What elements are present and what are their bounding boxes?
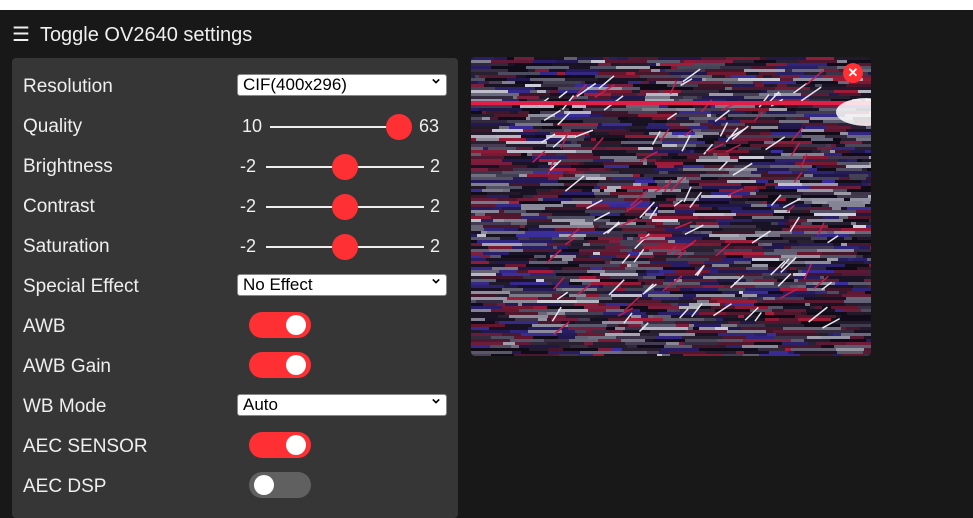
aec-sensor-row: AEC SENSOR [12, 428, 458, 468]
aec-dsp-toggle[interactable] [249, 472, 311, 498]
chevron-down-icon [432, 398, 440, 404]
contrast-min: -2 [240, 196, 257, 216]
special-effect-select[interactable]: No Effect [237, 274, 447, 296]
aec-sensor-toggle[interactable] [249, 432, 311, 458]
resolution-select[interactable]: CIF(400x296) [237, 74, 447, 96]
wb-mode-row: WB Mode Auto [12, 388, 458, 428]
awb-gain-toggle[interactable] [249, 352, 311, 378]
contrast-slider-thumb[interactable] [332, 194, 358, 220]
resolution-value: CIF(400x296) [243, 75, 347, 94]
quality-min: 10 [242, 116, 263, 136]
settings-toggle[interactable]: ☰ Toggle OV2640 settings [12, 22, 252, 48]
stream-noise [471, 57, 871, 356]
quality-slider-track[interactable] [270, 126, 400, 128]
quality-max: 63 [419, 116, 440, 136]
chevron-down-icon [432, 78, 440, 84]
contrast-row: Contrast -2 2 [12, 188, 458, 228]
toggle-knob [286, 355, 306, 375]
settings-toggle-title[interactable]: Toggle OV2640 settings [40, 24, 252, 47]
awb-gain-row: AWB Gain [12, 348, 458, 388]
awb-row: AWB [12, 308, 458, 348]
brightness-label: Brightness [23, 156, 113, 177]
aec-dsp-label: AEC DSP [23, 476, 107, 497]
chevron-down-icon [432, 278, 440, 284]
brightness-slider-thumb[interactable] [332, 154, 358, 180]
wb-mode-select[interactable]: Auto [237, 394, 447, 416]
saturation-max: 2 [430, 236, 441, 256]
toggle-knob [286, 435, 306, 455]
wb-mode-value: Auto [243, 395, 278, 414]
awb-toggle[interactable] [249, 312, 311, 338]
toggle-knob [286, 315, 306, 335]
quality-label: Quality [23, 116, 83, 137]
contrast-max: 2 [430, 196, 441, 216]
contrast-label: Contrast [23, 196, 95, 217]
hamburger-icon[interactable]: ☰ [12, 25, 30, 45]
awb-label: AWB [23, 316, 66, 337]
camera-stream-image [471, 57, 871, 356]
saturation-row: Saturation -2 2 [12, 228, 458, 268]
special-effect-label: Special Effect [23, 276, 139, 297]
brightness-row: Brightness -2 2 [12, 148, 458, 188]
saturation-min: -2 [240, 236, 257, 256]
saturation-slider-thumb[interactable] [332, 234, 358, 260]
quality-row: Quality 10 63 [12, 108, 458, 148]
settings-panel: Resolution CIF(400x296) Quality 10 63 Br… [12, 58, 458, 518]
toggle-knob [254, 475, 274, 495]
special-effect-value: No Effect [243, 275, 313, 294]
resolution-label: Resolution [23, 76, 113, 97]
aec-sensor-label: AEC SENSOR [23, 436, 148, 457]
quality-slider-thumb[interactable] [386, 114, 412, 140]
aec-dsp-row: AEC DSP [12, 468, 458, 508]
special-effect-row: Special Effect No Effect [12, 268, 458, 308]
awb-gain-label: AWB Gain [23, 356, 111, 377]
brightness-min: -2 [240, 156, 257, 176]
resolution-row: Resolution CIF(400x296) [12, 68, 458, 108]
saturation-label: Saturation [23, 236, 110, 257]
close-icon[interactable]: ✕ [843, 63, 863, 83]
top-bar [0, 0, 973, 10]
brightness-max: 2 [430, 156, 441, 176]
wb-mode-label: WB Mode [23, 396, 107, 417]
